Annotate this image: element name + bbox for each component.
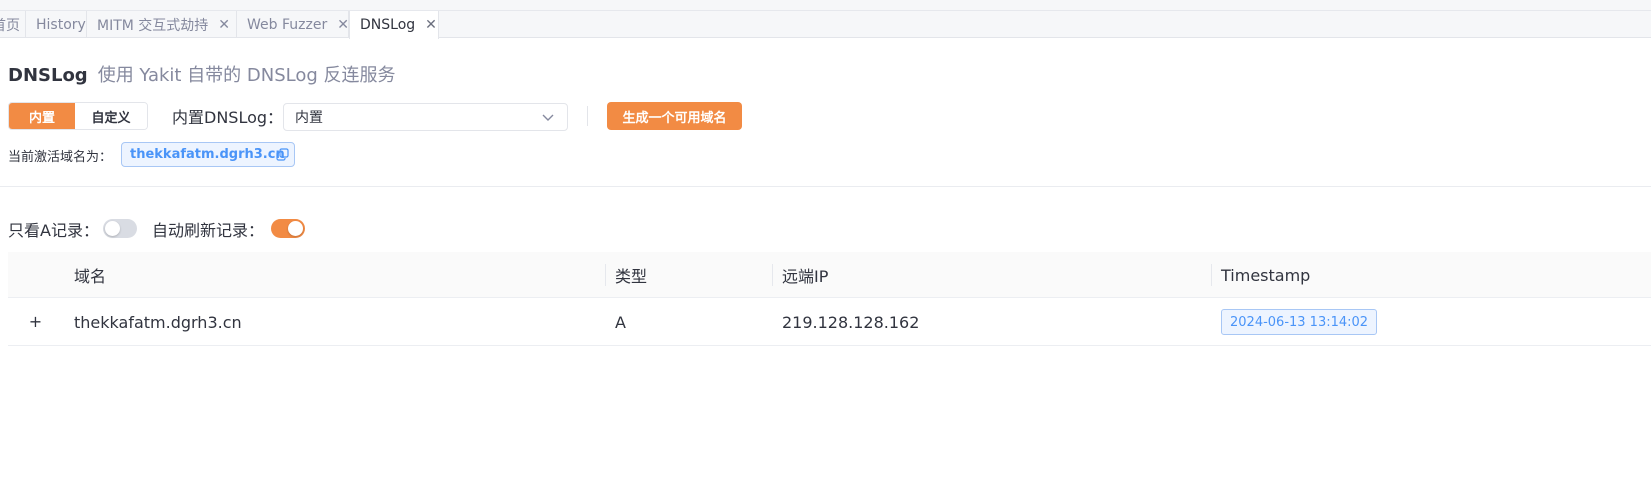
generate-domain-button[interactable]: 生成一个可用域名: [607, 102, 742, 130]
tab-home[interactable]: 首页: [0, 11, 26, 38]
cell-remote-ip: 219.128.128.162: [782, 312, 920, 332]
window-top-strip: [0, 0, 1651, 11]
tab-dnslog[interactable]: DNSLog ✕: [349, 11, 439, 39]
builtin-dnslog-label: 内置DNSLog：: [172, 108, 284, 127]
cell-timestamp-tag: 2024-06-13 13:14:02: [1221, 309, 1378, 335]
builtin-dnslog-select-value: 内置: [295, 110, 323, 126]
section-divider: [0, 186, 1651, 187]
tab-history-label: History: [36, 16, 86, 33]
table-header: 域名 类型 远端IP Timestamp: [8, 252, 1651, 298]
column-divider: [1211, 264, 1212, 286]
page-subtitle: 使用 Yakit 自带的 DNSLog 反连服务: [97, 65, 396, 86]
tab-web-fuzzer-close-icon[interactable]: ✕: [337, 18, 349, 32]
column-header-remote-ip[interactable]: 远端IP: [782, 252, 828, 298]
mode-option-custom[interactable]: 自定义: [75, 103, 147, 129]
mode-option-builtin[interactable]: 内置: [9, 103, 75, 129]
expand-row-icon[interactable]: +: [27, 312, 44, 331]
tab-mitm-label: MITM 交互式劫持: [97, 17, 209, 34]
tab-home-label: 首页: [0, 17, 20, 34]
switch-knob: [288, 221, 303, 236]
table-row[interactable]: + thekkafatm.dgrh3.cn A 219.128.128.162 …: [8, 298, 1651, 346]
only-a-records-label: 只看A记录：: [8, 221, 99, 240]
copy-icon[interactable]: [276, 148, 289, 161]
tab-mitm[interactable]: MITM 交互式劫持 ✕: [87, 11, 237, 38]
switch-knob: [105, 221, 120, 236]
cell-type: A: [615, 312, 626, 332]
dnslog-table: 域名 类型 远端IP Timestamp + thekkafatm.dgrh3.…: [8, 252, 1651, 346]
chevron-down-icon: [542, 114, 554, 121]
column-divider: [772, 264, 773, 286]
builtin-dnslog-select[interactable]: 内置: [283, 103, 568, 131]
auto-refresh-switch[interactable]: [271, 219, 305, 238]
tab-dnslog-close-icon[interactable]: ✕: [425, 18, 437, 32]
auto-refresh-label: 自动刷新记录：: [152, 221, 265, 240]
only-a-records-switch[interactable]: [103, 219, 137, 238]
current-domain-value: thekkafatm.dgrh3.cn: [130, 147, 285, 162]
column-header-domain[interactable]: 域名: [74, 252, 106, 298]
tab-web-fuzzer-label: Web Fuzzer: [247, 16, 328, 33]
toolbar-divider: [587, 106, 588, 126]
page-title: DNSLog: [8, 65, 88, 86]
tab-bar: 首页 History MITM 交互式劫持 ✕ Web Fuzzer ✕ DNS…: [0, 11, 1651, 39]
tab-dnslog-label: DNSLog: [360, 17, 416, 33]
mode-segmented-control: 内置 自定义: [8, 102, 148, 130]
column-header-timestamp[interactable]: Timestamp: [1221, 252, 1310, 298]
tab-web-fuzzer[interactable]: Web Fuzzer ✕: [237, 11, 349, 38]
column-divider: [605, 264, 606, 286]
current-domain-label: 当前激活域名为：: [8, 149, 113, 165]
current-domain-tag[interactable]: thekkafatm.dgrh3.cn: [121, 142, 295, 167]
tab-mitm-close-icon[interactable]: ✕: [218, 18, 230, 32]
column-header-type[interactable]: 类型: [615, 252, 647, 298]
tab-history[interactable]: History: [26, 11, 87, 38]
page-header: DNSLog 使用 Yakit 自带的 DNSLog 反连服务: [8, 61, 396, 87]
cell-domain: thekkafatm.dgrh3.cn: [74, 312, 242, 332]
